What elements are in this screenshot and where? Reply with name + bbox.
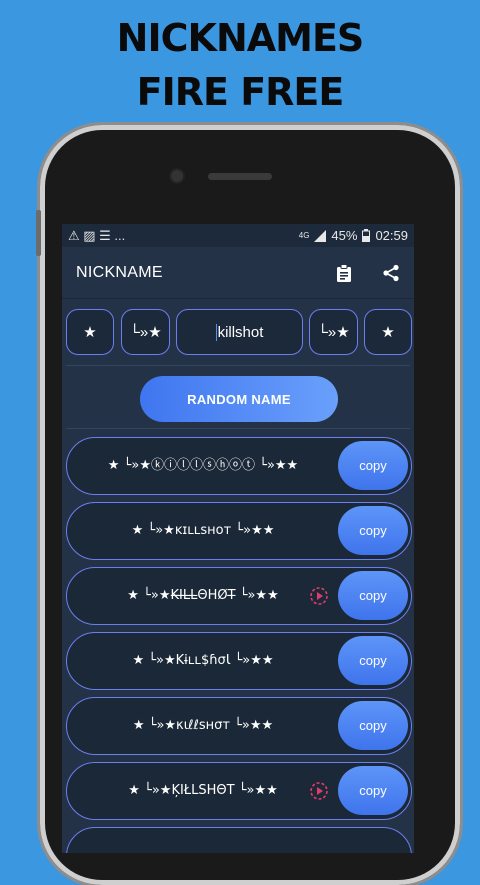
random-name-button[interactable]: RANDOM NAME — [140, 376, 338, 422]
promo-title-line1: NICKNAMES — [116, 16, 365, 60]
copy-button[interactable]: copy — [338, 441, 408, 490]
copy-button[interactable]: copy — [338, 571, 408, 620]
nickname-text: ★ └»★κιℓℓѕнσт └»★★ — [132, 718, 274, 733]
nickname-input-value: killshot — [215, 323, 264, 341]
nickname-input[interactable]: killshot — [176, 309, 303, 355]
earpiece-speaker — [208, 173, 272, 180]
list-item: ★ └»★K̶I̶L̶L̶ΘHØT̶ └»★★ copy — [66, 567, 412, 625]
clock: 02:59 — [375, 228, 408, 243]
network-type: 4G — [298, 231, 310, 240]
copy-button[interactable]: copy — [338, 701, 408, 750]
phone-side-button — [36, 210, 41, 256]
list-item: ★ └»★ĶIŁLSHΘT └»★★ copy — [66, 762, 412, 820]
list-item: ★ └»★ᴋɪʟʟsʜᴏᴛ └»★★ copy — [66, 502, 412, 560]
list-item — [66, 827, 412, 853]
symbol-bar: ★ └»★ killshot └»★ ★ — [62, 299, 414, 365]
status-bar: ⚠ ▨ ☰ ... 4G 45% 02:59 — [62, 224, 414, 247]
clipboard-icon[interactable] — [336, 263, 352, 282]
nickname-text: ★ └»★ᴋɪʟʟsʜᴏᴛ └»★★ — [131, 523, 275, 538]
share-icon[interactable] — [382, 264, 400, 282]
promo-title-line2: FIRE FREE — [136, 70, 345, 114]
copy-button[interactable]: copy — [338, 506, 408, 555]
list-item: ★ └»★ⓚⓘⓛⓛⓢⓗⓞⓣ └»★★ copy — [66, 437, 412, 495]
prefix-outer-button[interactable]: ★ — [66, 309, 114, 355]
nickname-text: ★ └»★Kɨʟʟ$ɦσƖ └»★★ — [132, 653, 274, 668]
battery-level: 45% — [331, 228, 358, 243]
app-title: NICKNAME — [76, 263, 163, 281]
prefix-inner-button[interactable]: └»★ — [121, 309, 170, 355]
notification-icons: ⚠ ▨ ☰ ... — [68, 227, 126, 243]
app-bar: NICKNAME — [62, 247, 414, 299]
signal-icon — [314, 229, 327, 242]
app-screen: ⚠ ▨ ☰ ... 4G 45% 02:59 NICKNAME ★ └»★ ki… — [62, 224, 414, 853]
suffix-outer-button[interactable]: ★ — [364, 309, 412, 355]
front-camera-icon — [171, 170, 183, 182]
list-item: ★ └»★κιℓℓѕнσт └»★★ copy — [66, 697, 412, 755]
battery-icon — [362, 229, 371, 242]
nickname-text — [67, 828, 339, 853]
nickname-text: ★ └»★K̶I̶L̶L̶ΘHØT̶ └»★★ — [127, 588, 279, 603]
nickname-text: ★ └»★ĶIŁLSHΘT └»★★ — [128, 783, 278, 798]
copy-button[interactable]: copy — [338, 636, 408, 685]
video-ad-icon[interactable] — [309, 781, 329, 801]
list-item: ★ └»★Kɨʟʟ$ɦσƖ └»★★ copy — [66, 632, 412, 690]
video-ad-icon[interactable] — [309, 586, 329, 606]
suffix-inner-button[interactable]: └»★ — [309, 309, 358, 355]
copy-button[interactable]: copy — [338, 766, 408, 815]
nickname-text: ★ └»★ⓚⓘⓛⓛⓢⓗⓞⓣ └»★★ — [107, 458, 299, 473]
